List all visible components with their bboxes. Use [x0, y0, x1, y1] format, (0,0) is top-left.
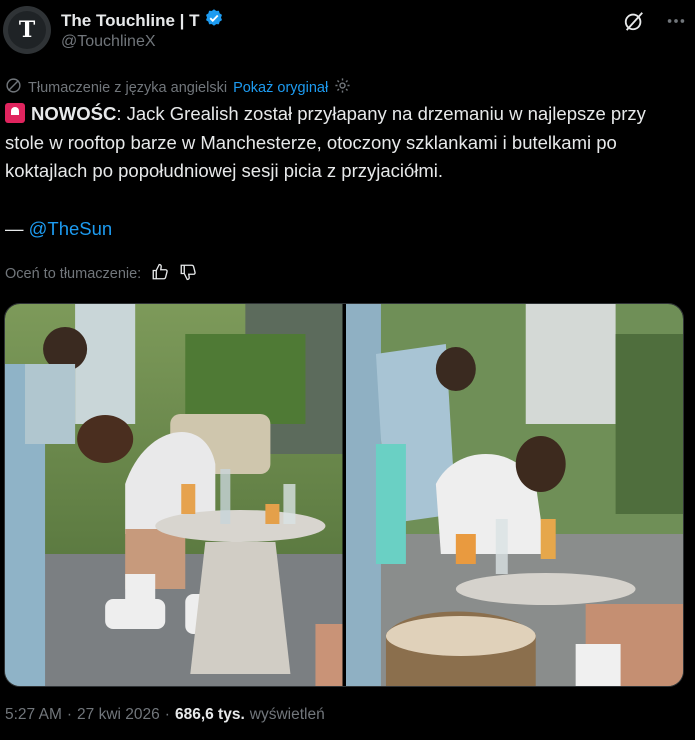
thumbs-up-icon[interactable] — [151, 263, 169, 285]
thumbs-down-icon[interactable] — [179, 263, 197, 285]
verified-badge-icon — [204, 8, 224, 33]
translation-label: Tłumaczenie z języka angielski — [28, 79, 228, 96]
rate-translation-row: Oceń to tłumaczenie: — [5, 263, 197, 285]
header-actions — [623, 10, 687, 32]
tweet-header: T The Touchline | T @TouchlineX — [0, 0, 695, 60]
credit-dash: — — [5, 218, 29, 239]
rate-label: Oceń to tłumaczenie: — [5, 266, 142, 282]
separator: · — [66, 706, 73, 723]
handle[interactable]: @TouchlineX — [61, 33, 156, 51]
tweet-meta: 5:27 AM · 27 kwi 2026 · 686,6 tys. wyświ… — [5, 706, 325, 724]
tweet-bold-prefix: NOWOŚC — [31, 103, 117, 124]
separator: · — [164, 706, 170, 723]
tweet-date[interactable]: 27 kwi 2026 — [77, 706, 160, 724]
avatar-logo: T — [8, 11, 46, 49]
view-count-label: wyświetleń — [249, 706, 325, 723]
media-grid — [4, 303, 684, 687]
avatar[interactable]: T — [3, 6, 51, 54]
name-row: The Touchline | T — [61, 8, 224, 33]
rotating-light-icon — [5, 103, 25, 123]
display-name[interactable]: The Touchline | T — [61, 11, 200, 31]
tweet-text: NOWOŚC: Jack Grealish został przyłapany … — [5, 100, 685, 186]
view-count: 686,6 tys. — [174, 706, 245, 723]
more-icon[interactable] — [665, 10, 687, 32]
translate-icon — [5, 77, 22, 98]
show-original-link[interactable]: Pokaż oryginał — [233, 80, 328, 96]
gear-icon[interactable] — [334, 77, 351, 98]
tweet-time[interactable]: 5:27 AM — [5, 706, 62, 724]
credit-mention-link[interactable]: @TheSun — [29, 218, 113, 239]
grok-icon[interactable] — [623, 10, 645, 32]
photo-2[interactable] — [345, 304, 683, 686]
tweet-credit: — @TheSun — [5, 218, 112, 240]
photo-1[interactable] — [5, 304, 343, 686]
translation-row: Tłumaczenie z języka angielski Pokaż ory… — [5, 77, 351, 98]
